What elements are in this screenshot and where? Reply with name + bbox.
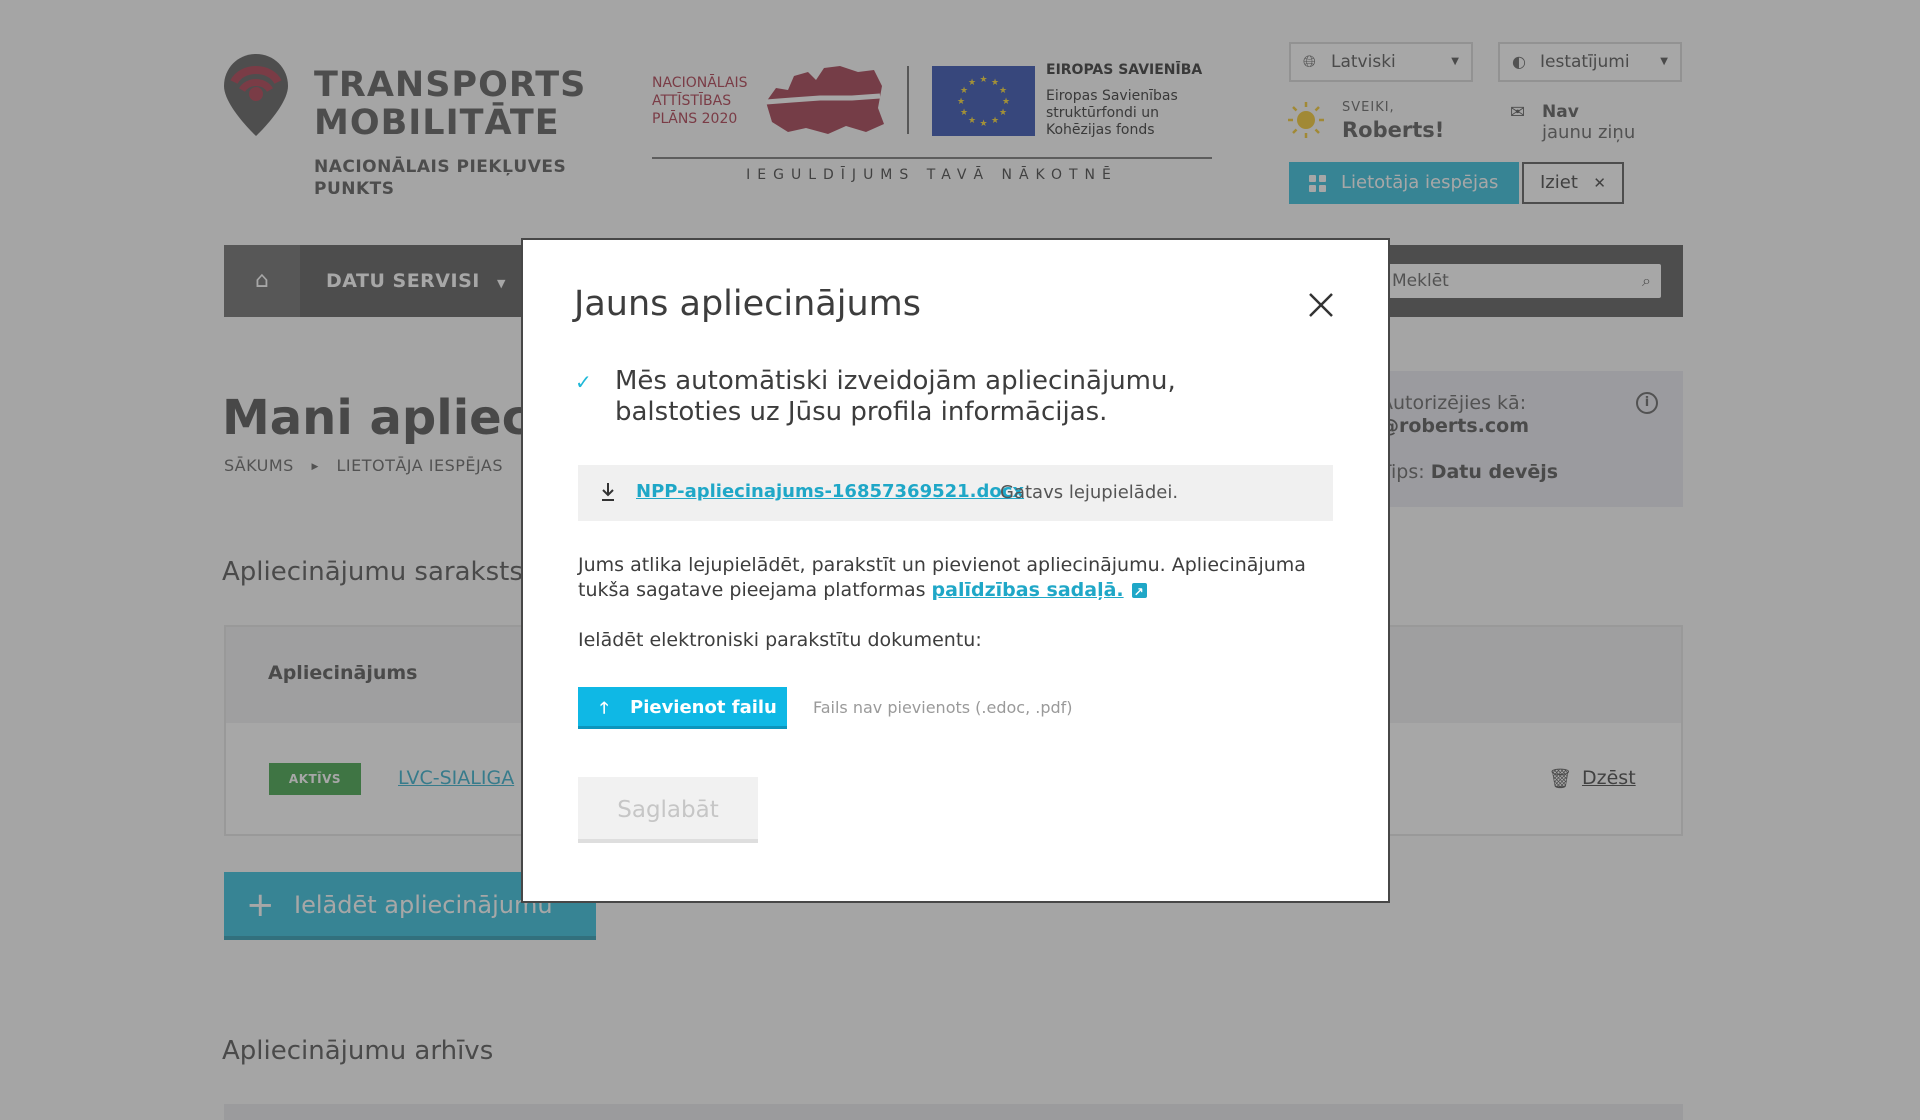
instructions: Jums atlika lejupielādēt, parakstīt un p… bbox=[578, 553, 1318, 605]
no-file-hint: Fails nav pievienots (.edoc, .pdf) bbox=[813, 698, 1073, 717]
close-icon[interactable] bbox=[1304, 288, 1338, 322]
arrow-up-icon: 🡑 bbox=[600, 698, 609, 717]
modal-title: Jauns apliecinājums bbox=[574, 284, 921, 324]
page-background: TRANSPORTS MOBILITĀTE NACIONĀLAIS PIEKĻU… bbox=[0, 0, 1920, 1120]
file-status: Gatavs lejupielādei. bbox=[1000, 482, 1179, 503]
file-download-link[interactable]: NPP-apliecinajums-16857369521.docx bbox=[636, 481, 1024, 502]
help-section-link[interactable]: palīdzības sadaļā. bbox=[932, 579, 1124, 601]
auto-created-notice: Mēs automātiski izveidojām apliecinājumu… bbox=[615, 366, 1176, 427]
external-link-icon[interactable] bbox=[1131, 580, 1147, 605]
add-file-button[interactable]: 🡑 Pievienot failu bbox=[578, 687, 787, 729]
check-icon: ✓ bbox=[575, 370, 592, 394]
save-button[interactable]: Saglabāt bbox=[578, 777, 758, 843]
add-file-label: Pievienot failu bbox=[630, 697, 777, 718]
upload-label: Ielādēt elektroniski parakstītu dokument… bbox=[578, 629, 982, 651]
download-icon[interactable] bbox=[598, 480, 618, 504]
